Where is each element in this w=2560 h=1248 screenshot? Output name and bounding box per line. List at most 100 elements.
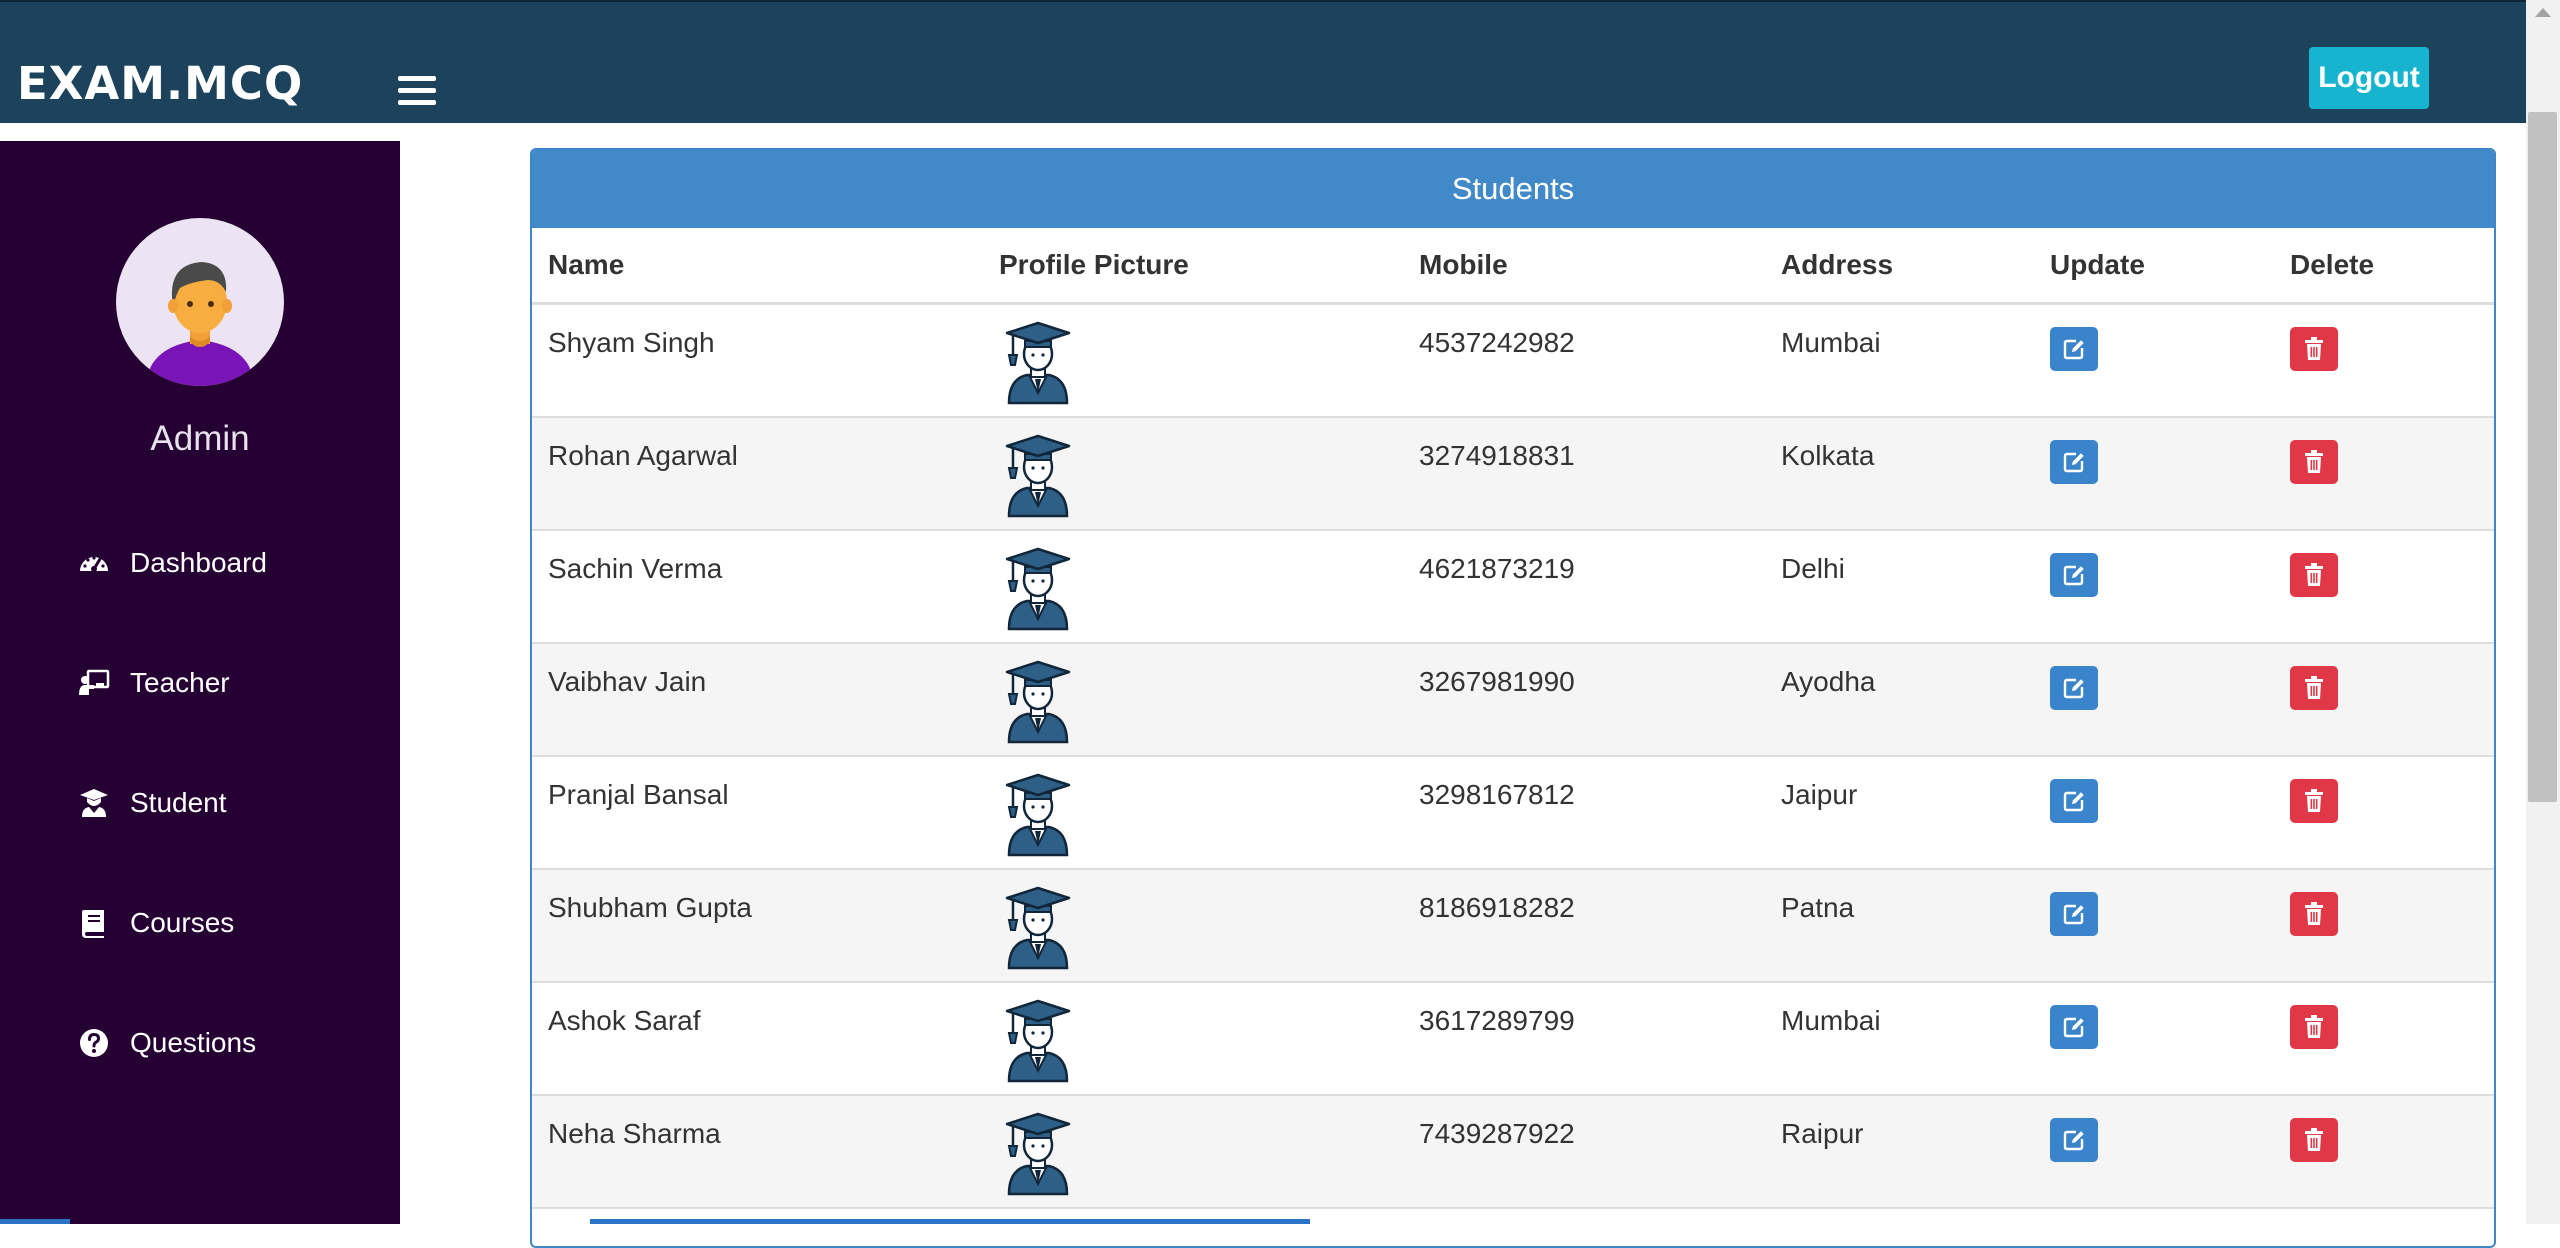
- table-row: Neha Sharma 7439287922 Raipur: [532, 1094, 2494, 1209]
- taskbar-edge: [0, 1219, 70, 1224]
- trash-icon: [2305, 337, 2323, 360]
- student-name: Pranjal Bansal: [532, 755, 983, 870]
- update-button[interactable]: [2050, 1117, 2098, 1162]
- book-icon: [82, 910, 104, 938]
- scrollbar-thumb[interactable]: [2528, 112, 2557, 802]
- table-row: Rohan Agarwal 3274918831 Kolkata: [532, 416, 2494, 531]
- student-name: Ashok Saraf: [532, 981, 983, 1096]
- profile-picture-cell: [983, 416, 1403, 531]
- update-button[interactable]: [2050, 778, 2098, 823]
- student-graduate-avatar-icon: [1005, 660, 1071, 743]
- table-row: Ashok Saraf 3617289799 Mumbai: [532, 981, 2494, 1096]
- update-button[interactable]: [2050, 327, 2098, 371]
- column-header-delete: Delete: [2274, 228, 2494, 305]
- trash-icon: [2305, 562, 2323, 586]
- column-header-profile-picture: Profile Picture: [983, 228, 1403, 305]
- brand-logo[interactable]: EXAM.MCQ: [17, 57, 303, 110]
- student-address: Ayodha: [1765, 642, 2034, 757]
- column-header-address: Address: [1765, 228, 2034, 305]
- admin-avatar: [116, 218, 284, 386]
- scroll-up-arrow-icon[interactable]: [2535, 8, 2551, 17]
- profile-picture-cell: [983, 303, 1403, 418]
- column-header-update: Update: [2034, 228, 2274, 305]
- update-cell: [2034, 303, 2274, 418]
- edit-icon: [2063, 678, 2084, 698]
- panel-title: Students: [532, 150, 2494, 228]
- trash-icon: [2305, 788, 2323, 812]
- sidebar-item-label: Questions: [130, 1027, 257, 1058]
- table-header-row: Name Profile Picture Mobile Address Upda…: [532, 228, 2494, 305]
- student-address: Mumbai: [1765, 303, 2034, 418]
- edit-icon: [2063, 904, 2084, 924]
- delete-button[interactable]: [2290, 327, 2338, 371]
- student-name: Sachin Verma: [532, 529, 983, 644]
- profile-picture-cell: [983, 1094, 1403, 1209]
- update-cell: [2034, 642, 2274, 757]
- student-address: Patna: [1765, 868, 2034, 983]
- delete-cell: [2274, 529, 2494, 644]
- students-panel: Students Name Profile Picture Mobile Add…: [530, 148, 2496, 1248]
- student-name: Vaibhav Jain: [532, 642, 983, 757]
- delete-button[interactable]: [2290, 552, 2338, 597]
- update-cell: [2034, 529, 2274, 644]
- profile-picture-cell: [983, 529, 1403, 644]
- update-button[interactable]: [2050, 891, 2098, 936]
- delete-button[interactable]: [2290, 1004, 2338, 1049]
- edit-icon: [2063, 339, 2084, 360]
- table-row: Shubham Gupta 8186918282 Patna: [532, 868, 2494, 983]
- sidebar-item-dashboard[interactable]: Dashboard: [78, 538, 267, 588]
- student-mobile: 4621873219: [1403, 529, 1765, 644]
- table-row: Pranjal Bansal 3298167812 Jaipur: [532, 755, 2494, 870]
- sidebar-item-student[interactable]: Student: [78, 778, 227, 828]
- student-name: Shubham Gupta: [532, 868, 983, 983]
- student-mobile: 3274918831: [1403, 416, 1765, 531]
- edit-icon: [2063, 791, 2084, 811]
- delete-cell: [2274, 416, 2494, 531]
- trash-icon: [2305, 449, 2323, 473]
- student-address: Raipur: [1765, 1094, 2034, 1209]
- sidebar-item-label: Dashboard: [130, 547, 267, 578]
- update-cell: [2034, 416, 2274, 531]
- sidebar-item-teacher[interactable]: Teacher: [78, 658, 230, 708]
- student-name: Neha Sharma: [532, 1094, 983, 1209]
- student-address: Mumbai: [1765, 981, 2034, 1096]
- question-circle-icon: [80, 1029, 108, 1057]
- delete-cell: [2274, 1094, 2494, 1209]
- hamburger-menu-icon[interactable]: [398, 76, 436, 106]
- update-cell: [2034, 755, 2274, 870]
- student-mobile: 4537242982: [1403, 303, 1765, 418]
- trash-icon: [2305, 901, 2323, 925]
- table-row: Vaibhav Jain 3267981990 Ayodha: [532, 642, 2494, 757]
- sidebar-item-courses[interactable]: Courses: [78, 898, 234, 948]
- logout-button[interactable]: Logout: [2309, 47, 2429, 109]
- student-graduate-avatar-icon: [1005, 886, 1071, 969]
- sidebar-item-label: Teacher: [130, 667, 230, 698]
- trash-icon: [2305, 1014, 2323, 1038]
- delete-button[interactable]: [2290, 778, 2338, 823]
- update-cell: [2034, 868, 2274, 983]
- student-mobile: 3267981990: [1403, 642, 1765, 757]
- edit-icon: [2063, 565, 2084, 585]
- student-graduate-avatar-icon: [1005, 547, 1071, 630]
- update-button[interactable]: [2050, 439, 2098, 484]
- update-button[interactable]: [2050, 1004, 2098, 1049]
- update-button[interactable]: [2050, 552, 2098, 597]
- student-address: Jaipur: [1765, 755, 2034, 870]
- student-address: Kolkata: [1765, 416, 2034, 531]
- delete-button[interactable]: [2290, 439, 2338, 484]
- edit-icon: [2063, 1130, 2084, 1150]
- sidebar-item-questions[interactable]: Questions: [78, 1018, 256, 1068]
- delete-button[interactable]: [2290, 891, 2338, 936]
- profile-picture-cell: [983, 868, 1403, 983]
- student-mobile: 3298167812: [1403, 755, 1765, 870]
- student-mobile: 7439287922: [1403, 1094, 1765, 1209]
- profile-picture-cell: [983, 981, 1403, 1096]
- delete-button[interactable]: [2290, 665, 2338, 710]
- column-header-name: Name: [532, 228, 983, 305]
- delete-cell: [2274, 755, 2494, 870]
- edit-icon: [2063, 1017, 2084, 1037]
- delete-button[interactable]: [2290, 1117, 2338, 1162]
- update-button[interactable]: [2050, 665, 2098, 710]
- delete-cell: [2274, 642, 2494, 757]
- dashboard-gauge-icon: [80, 556, 108, 572]
